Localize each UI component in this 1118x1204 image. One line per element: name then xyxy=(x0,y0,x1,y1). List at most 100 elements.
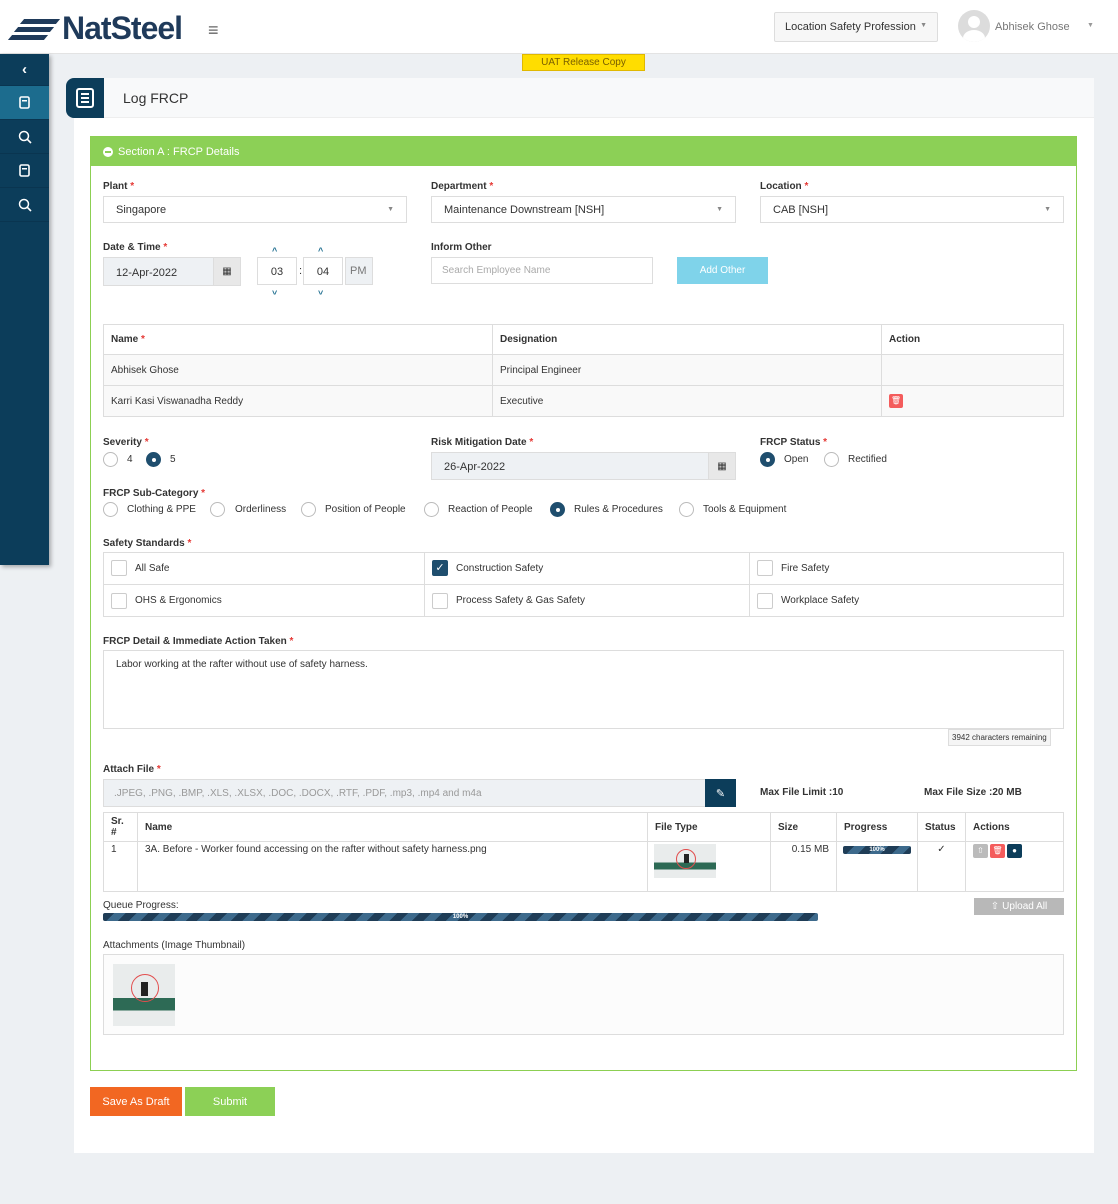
calendar-icon[interactable]: ▦ xyxy=(213,257,241,286)
column-header-file-type: File Type xyxy=(647,812,771,842)
delete-icon[interactable]: 🗑 xyxy=(990,844,1005,858)
checkbox[interactable] xyxy=(111,560,127,576)
plant-select[interactable]: Singapore ▼ xyxy=(103,196,407,223)
add-other-button[interactable]: Add Other xyxy=(677,257,768,284)
upload-icon[interactable]: ⇧ xyxy=(973,844,988,858)
safety-process[interactable]: Process Safety & Gas Safety xyxy=(424,584,750,617)
sidebar-item-search[interactable] xyxy=(0,120,49,154)
save-as-draft-button[interactable]: Save As Draft xyxy=(90,1087,182,1116)
subcategory-tools-radio[interactable] xyxy=(679,502,694,517)
form-icon xyxy=(66,78,104,118)
user-menu-caret-icon[interactable]: ▼ xyxy=(1087,22,1094,29)
safety-fire[interactable]: Fire Safety xyxy=(749,552,1064,585)
hour-input[interactable]: 03 xyxy=(257,257,297,285)
caret-down-icon: ▼ xyxy=(387,206,394,213)
location-value: CAB [NSH] xyxy=(773,204,829,216)
role-select-value: Location Safety Profession xyxy=(785,21,916,33)
ampm-toggle[interactable]: PM xyxy=(345,257,373,285)
subcategory-rules-radio[interactable] xyxy=(550,502,565,517)
collapse-icon[interactable] xyxy=(103,146,113,157)
sidebar-item-log-frcp[interactable] xyxy=(0,86,49,120)
subcategory-clothing-label: Clothing & PPE xyxy=(127,504,196,515)
minute-input[interactable]: 04 xyxy=(303,257,343,285)
subcategory-clothing-radio[interactable] xyxy=(103,502,118,517)
calendar-icon[interactable]: ▦ xyxy=(708,452,736,480)
sidebar: ‹ xyxy=(0,54,49,565)
logo[interactable]: NatSteel xyxy=(7,10,183,47)
column-header-progress: Progress xyxy=(836,812,918,842)
sidebar-item-search-2[interactable] xyxy=(0,188,49,222)
panel-header: Log FRCP xyxy=(66,78,1094,118)
status-open-label: Open xyxy=(784,454,809,465)
caret-down-icon: ▼ xyxy=(1044,206,1051,213)
eye-icon[interactable]: ● xyxy=(1007,844,1022,858)
plant-label: Plant * xyxy=(103,181,135,192)
file-status: ✓ xyxy=(917,841,966,892)
safety-construction[interactable]: ✓ Construction Safety xyxy=(424,552,750,585)
column-header-sr: Sr. # xyxy=(103,812,138,842)
search-icon xyxy=(18,198,32,212)
upload-icon: ⇧ xyxy=(990,901,1000,912)
table-row: Abhisek Ghose Principal Engineer xyxy=(103,354,1064,386)
risk-mitigation-date[interactable]: 26-Apr-2022 xyxy=(431,452,709,480)
upload-all-button[interactable]: ⇧ Upload All xyxy=(974,898,1064,915)
queue-progress-bar: 100% xyxy=(103,913,818,921)
date-field[interactable]: 12-Apr-2022 xyxy=(103,257,214,286)
subcategory-position-radio[interactable] xyxy=(301,502,316,517)
subcategory-orderliness-radio[interactable] xyxy=(210,502,225,517)
status-rectified-radio[interactable] xyxy=(824,452,839,467)
checkbox[interactable] xyxy=(111,593,127,609)
delete-icon[interactable]: 🗑 xyxy=(889,394,903,408)
action-cell xyxy=(881,354,1064,386)
status-open-radio[interactable] xyxy=(760,452,775,467)
upload-all-label: Upload All xyxy=(1002,901,1048,912)
attachments-area xyxy=(103,954,1064,1035)
minute-up-icon[interactable]: ^ xyxy=(318,246,323,256)
attachment-thumbnail[interactable] xyxy=(113,964,175,1026)
location-select[interactable]: CAB [NSH] ▼ xyxy=(760,196,1064,223)
max-file-size: Max File Size :20 MB xyxy=(924,787,1022,798)
status-rectified-label: Rectified xyxy=(848,454,887,465)
sidebar-item-form-2[interactable] xyxy=(0,154,49,188)
minute-down-icon[interactable]: ^ xyxy=(318,286,323,296)
collapse-sidebar-icon[interactable]: ‹ xyxy=(0,54,49,86)
attach-file-input[interactable]: .JPEG, .PNG, .BMP, .XLS, .XLSX, .DOC, .D… xyxy=(103,779,706,807)
time-separator: : xyxy=(299,265,303,277)
safety-all-safe[interactable]: All Safe xyxy=(103,552,425,585)
uat-banner: UAT Release Copy xyxy=(522,54,645,71)
file-actions: ⇧ 🗑 ● xyxy=(965,841,1064,892)
avatar[interactable] xyxy=(958,10,990,42)
form-icon xyxy=(19,96,30,109)
checkbox[interactable] xyxy=(432,593,448,609)
department-select[interactable]: Maintenance Downstream [NSH] ▼ xyxy=(431,196,736,223)
paperclip-icon[interactable]: ✎ xyxy=(705,779,736,807)
checkbox-label: Process Safety & Gas Safety xyxy=(456,595,585,606)
severity-4-radio[interactable] xyxy=(103,452,118,467)
role-select[interactable]: Location Safety Profession ▼ xyxy=(774,12,938,42)
column-header-action: Action xyxy=(881,324,1064,355)
submit-button[interactable]: Submit xyxy=(185,1087,275,1116)
detail-textarea[interactable]: Labor working at the rafter without use … xyxy=(103,650,1064,729)
safety-workplace[interactable]: Workplace Safety xyxy=(749,584,1064,617)
safety-ohs[interactable]: OHS & Ergonomics xyxy=(103,584,425,617)
subcategory-reaction-radio[interactable] xyxy=(424,502,439,517)
hour-up-icon[interactable]: ^ xyxy=(272,246,277,256)
user-name[interactable]: Abhisek Ghose xyxy=(995,21,1070,33)
search-employee-input[interactable]: Search Employee Name xyxy=(431,257,653,284)
checkbox-label: Construction Safety xyxy=(456,563,544,574)
menu-toggle-icon[interactable]: ≡ xyxy=(208,20,219,41)
files-table: Sr. # Name File Type Size Progress Statu… xyxy=(103,812,1064,892)
checkbox-label: Fire Safety xyxy=(781,563,830,574)
file-progress-bar: 100% xyxy=(843,846,911,854)
checkbox[interactable] xyxy=(757,593,773,609)
hour-down-icon[interactable]: ^ xyxy=(272,286,277,296)
caret-down-icon: ▼ xyxy=(716,206,723,213)
page-title: Log FRCP xyxy=(123,90,189,106)
employee-name: Karri Kasi Viswanadha Reddy xyxy=(103,385,493,417)
section-header[interactable]: Section A : FRCP Details xyxy=(91,137,1076,166)
severity-5-radio[interactable] xyxy=(146,452,161,467)
checkmark-icon[interactable]: ✓ xyxy=(432,560,448,576)
checkbox[interactable] xyxy=(757,560,773,576)
section-title: Section A : FRCP Details xyxy=(118,145,240,158)
file-thumbnail xyxy=(654,844,716,878)
